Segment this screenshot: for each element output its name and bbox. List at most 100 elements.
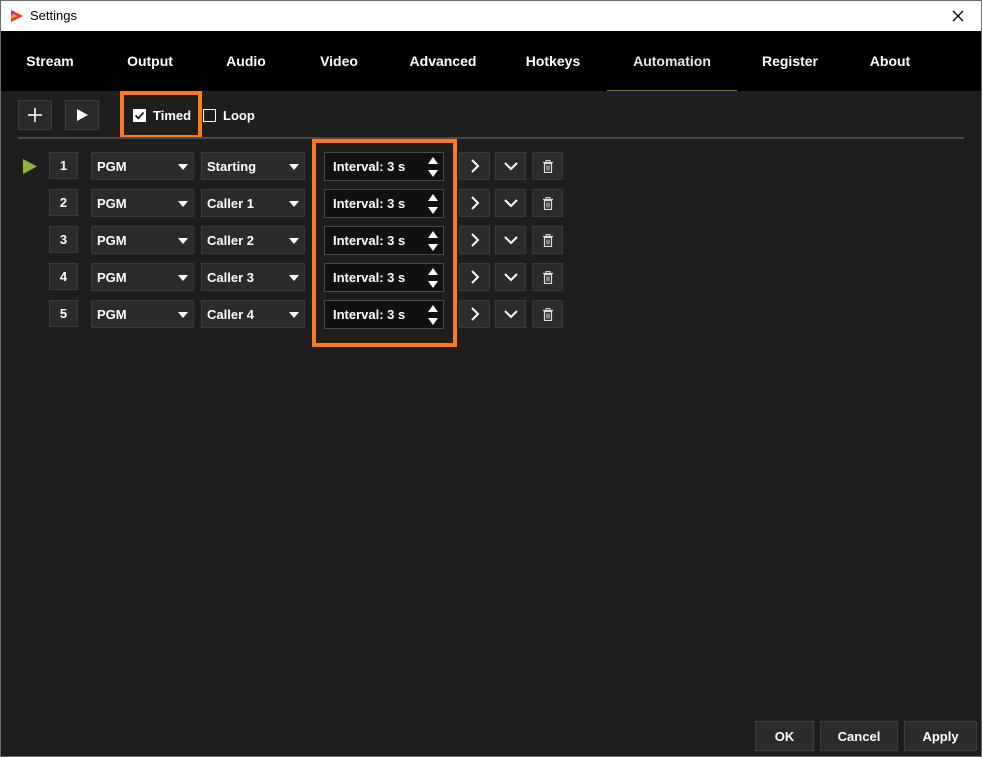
interval-spinbox[interactable]: Interval: 3 s (324, 152, 444, 181)
scene-select[interactable]: Caller 3 (201, 263, 305, 291)
spin-down-icon[interactable] (428, 244, 438, 251)
spin-down-icon[interactable] (428, 281, 438, 288)
source-select[interactable]: PGM (91, 263, 194, 291)
window-title: Settings (30, 8, 77, 23)
source-select-value: PGM (97, 232, 127, 248)
step-number: 3 (49, 226, 78, 253)
close-icon (952, 10, 964, 22)
spin-down-icon[interactable] (428, 318, 438, 325)
checkbox-unchecked-icon[interactable] (203, 109, 216, 122)
move-down-button[interactable] (495, 300, 526, 328)
add-step-button[interactable] (18, 100, 52, 130)
next-step-button[interactable] (459, 152, 490, 180)
step-number: 5 (49, 300, 78, 327)
spin-down-icon[interactable] (428, 170, 438, 177)
dropdown-arrow-icon (178, 312, 188, 318)
tab-automation[interactable]: Automation (607, 31, 737, 91)
interval-spinbox[interactable]: Interval: 3 s (324, 263, 444, 292)
spin-up-icon[interactable] (428, 231, 438, 238)
interval-value: Interval: 3 s (333, 233, 406, 248)
next-step-button[interactable] (459, 189, 490, 217)
ok-button[interactable]: OK (755, 721, 814, 751)
move-down-button[interactable] (495, 263, 526, 291)
move-down-button[interactable] (495, 152, 526, 180)
scene-select[interactable]: Caller 2 (201, 226, 305, 254)
tab-hotkeys[interactable]: Hotkeys (499, 31, 607, 91)
trash-icon (542, 307, 553, 321)
scene-select-value: Caller 2 (207, 232, 254, 248)
automation-row: 2 PGM Caller 1 Interval: 3 s (1, 189, 981, 219)
trash-icon (542, 233, 553, 247)
tab-stream[interactable]: Stream (1, 31, 99, 91)
source-select[interactable]: PGM (91, 152, 194, 180)
next-step-button[interactable] (459, 300, 490, 328)
tab-register[interactable]: Register (737, 31, 843, 91)
source-select[interactable]: PGM (91, 300, 194, 328)
chevron-down-icon (503, 310, 518, 319)
delete-step-button[interactable] (532, 300, 563, 328)
next-step-button[interactable] (459, 226, 490, 254)
dropdown-arrow-icon (178, 164, 188, 170)
chevron-right-icon (470, 233, 479, 247)
dropdown-arrow-icon (178, 275, 188, 281)
run-automation-button[interactable] (65, 100, 99, 130)
source-select[interactable]: PGM (91, 189, 194, 217)
scene-select[interactable]: Caller 4 (201, 300, 305, 328)
trash-icon (542, 159, 553, 173)
delete-step-button[interactable] (532, 152, 563, 180)
timed-checkbox[interactable]: Timed (133, 108, 191, 123)
tab-advanced[interactable]: Advanced (387, 31, 499, 91)
next-step-button[interactable] (459, 263, 490, 291)
interval-spinbox[interactable]: Interval: 3 s (324, 226, 444, 255)
scene-select-value: Caller 4 (207, 306, 254, 322)
move-down-button[interactable] (495, 226, 526, 254)
toolbar-divider (18, 137, 964, 139)
chevron-down-icon (503, 199, 518, 208)
spin-up-icon[interactable] (428, 305, 438, 312)
tab-video[interactable]: Video (291, 31, 387, 91)
interval-value: Interval: 3 s (333, 196, 406, 211)
source-select-value: PGM (97, 195, 127, 211)
apply-button[interactable]: Apply (904, 721, 977, 751)
spin-up-icon[interactable] (428, 194, 438, 201)
spin-up-icon[interactable] (428, 268, 438, 275)
scene-select[interactable]: Caller 1 (201, 189, 305, 217)
delete-step-button[interactable] (532, 226, 563, 254)
source-select[interactable]: PGM (91, 226, 194, 254)
dropdown-arrow-icon (289, 275, 299, 281)
trash-icon (542, 196, 553, 210)
spin-down-icon[interactable] (428, 207, 438, 214)
delete-step-button[interactable] (532, 189, 563, 217)
scene-select[interactable]: Starting (201, 152, 305, 180)
chevron-down-icon (503, 273, 518, 282)
automation-row: 3 PGM Caller 2 Interval: 3 s (1, 226, 981, 256)
automation-row: 5 PGM Caller 4 Interval: 3 s (1, 300, 981, 330)
chevron-down-icon (503, 162, 518, 171)
settings-window: Settings Stream Output Audio Video Advan… (0, 0, 982, 757)
move-down-button[interactable] (495, 189, 526, 217)
tab-about[interactable]: About (843, 31, 937, 91)
chevron-down-icon (503, 236, 518, 245)
interval-spinbox[interactable]: Interval: 3 s (324, 189, 444, 218)
spin-up-icon[interactable] (428, 157, 438, 164)
chevron-right-icon (470, 307, 479, 321)
checkbox-checked-icon[interactable] (133, 109, 146, 122)
interval-value: Interval: 3 s (333, 159, 406, 174)
source-select-value: PGM (97, 306, 127, 322)
automation-row: 1 PGM Starting Interval: 3 s (1, 152, 981, 182)
tab-output[interactable]: Output (99, 31, 201, 91)
app-logo-icon (9, 8, 25, 24)
title-bar: Settings (1, 1, 981, 31)
step-number: 4 (49, 263, 78, 290)
close-button[interactable] (935, 1, 981, 31)
scene-select-value: Starting (207, 158, 257, 174)
interval-value: Interval: 3 s (333, 270, 406, 285)
delete-step-button[interactable] (532, 263, 563, 291)
tab-audio[interactable]: Audio (201, 31, 291, 91)
loop-checkbox[interactable]: Loop (203, 108, 255, 123)
dropdown-arrow-icon (289, 164, 299, 170)
play-icon (77, 109, 88, 121)
cancel-button[interactable]: Cancel (820, 721, 898, 751)
source-select-value: PGM (97, 269, 127, 285)
interval-spinbox[interactable]: Interval: 3 s (324, 300, 444, 329)
